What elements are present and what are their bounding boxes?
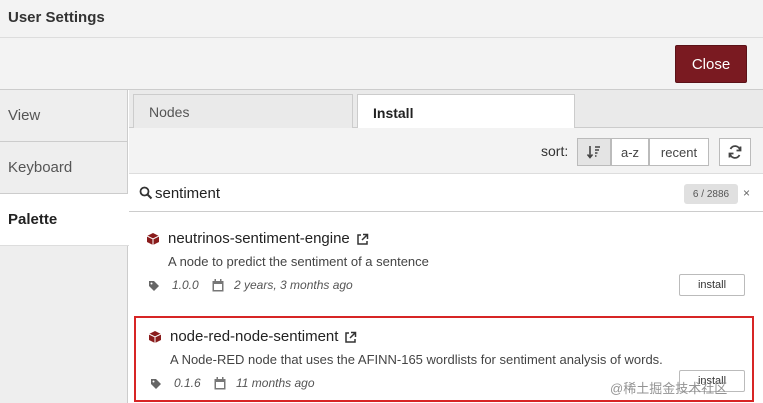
dialog-title: User Settings xyxy=(8,9,105,26)
dialog-title-bar: User Settings xyxy=(0,0,763,38)
node-version: 1.0.0 xyxy=(172,278,199,292)
cube-icon xyxy=(146,233,160,245)
settings-sidebar: View Keyboard Palette xyxy=(0,90,129,403)
tab-install[interactable]: Install xyxy=(357,94,575,130)
search-icon xyxy=(139,186,153,200)
install-button[interactable]: install xyxy=(679,274,745,296)
sort-relevance-icon xyxy=(586,146,600,159)
sort-recent-button[interactable]: recent xyxy=(649,138,709,166)
external-link-icon[interactable] xyxy=(356,233,369,246)
sort-label: sort: xyxy=(541,143,569,159)
sort-toolbar: sort: a-z recent xyxy=(129,128,763,174)
cube-icon xyxy=(148,331,162,343)
node-name[interactable]: neutrinos-sentiment-engine xyxy=(168,230,369,247)
palette-tabs: Nodes Install xyxy=(129,90,763,130)
node-description: A node to predict the sentiment of a sen… xyxy=(168,254,429,269)
refresh-icon xyxy=(728,145,742,159)
tag-icon xyxy=(149,281,159,291)
tag-icon xyxy=(151,379,161,389)
close-button[interactable]: Close xyxy=(675,45,747,83)
node-version: 0.1.6 xyxy=(174,376,201,390)
node-description: A Node-RED node that uses the AFINN-165 … xyxy=(170,352,663,367)
node-name[interactable]: node-red-node-sentiment xyxy=(170,328,357,345)
search-input[interactable] xyxy=(155,180,675,206)
sidebar-item-palette[interactable]: Palette xyxy=(0,194,129,246)
watermark: @稀土掘金技术社区 xyxy=(610,381,728,396)
sidebar-item-view[interactable]: View xyxy=(0,90,128,142)
node-updated: 2 years, 3 months ago xyxy=(234,278,353,292)
calendar-icon xyxy=(212,279,224,292)
external-link-icon[interactable] xyxy=(344,331,357,344)
search-bar: 6 / 2886 × xyxy=(129,174,763,212)
sidebar-item-keyboard[interactable]: Keyboard xyxy=(0,142,128,194)
calendar-icon xyxy=(214,377,226,390)
node-name-text[interactable]: node-red-node-sentiment xyxy=(170,328,338,345)
dialog-button-bar: Close xyxy=(0,38,763,90)
refresh-button[interactable] xyxy=(719,138,751,166)
node-updated: 11 months ago xyxy=(236,376,315,390)
palette-panel: Nodes Install sort: a-z recent 6 / 2886 xyxy=(129,90,763,403)
sort-az-button[interactable]: a-z xyxy=(611,138,649,166)
node-name-text[interactable]: neutrinos-sentiment-engine xyxy=(168,230,350,247)
tab-nodes[interactable]: Nodes xyxy=(133,94,353,129)
result-count-badge: 6 / 2886 xyxy=(684,184,738,204)
sort-relevance-button[interactable] xyxy=(577,138,611,166)
list-item: neutrinos-sentiment-engine A node to pre… xyxy=(134,220,754,306)
clear-search-icon[interactable]: × xyxy=(743,186,750,200)
